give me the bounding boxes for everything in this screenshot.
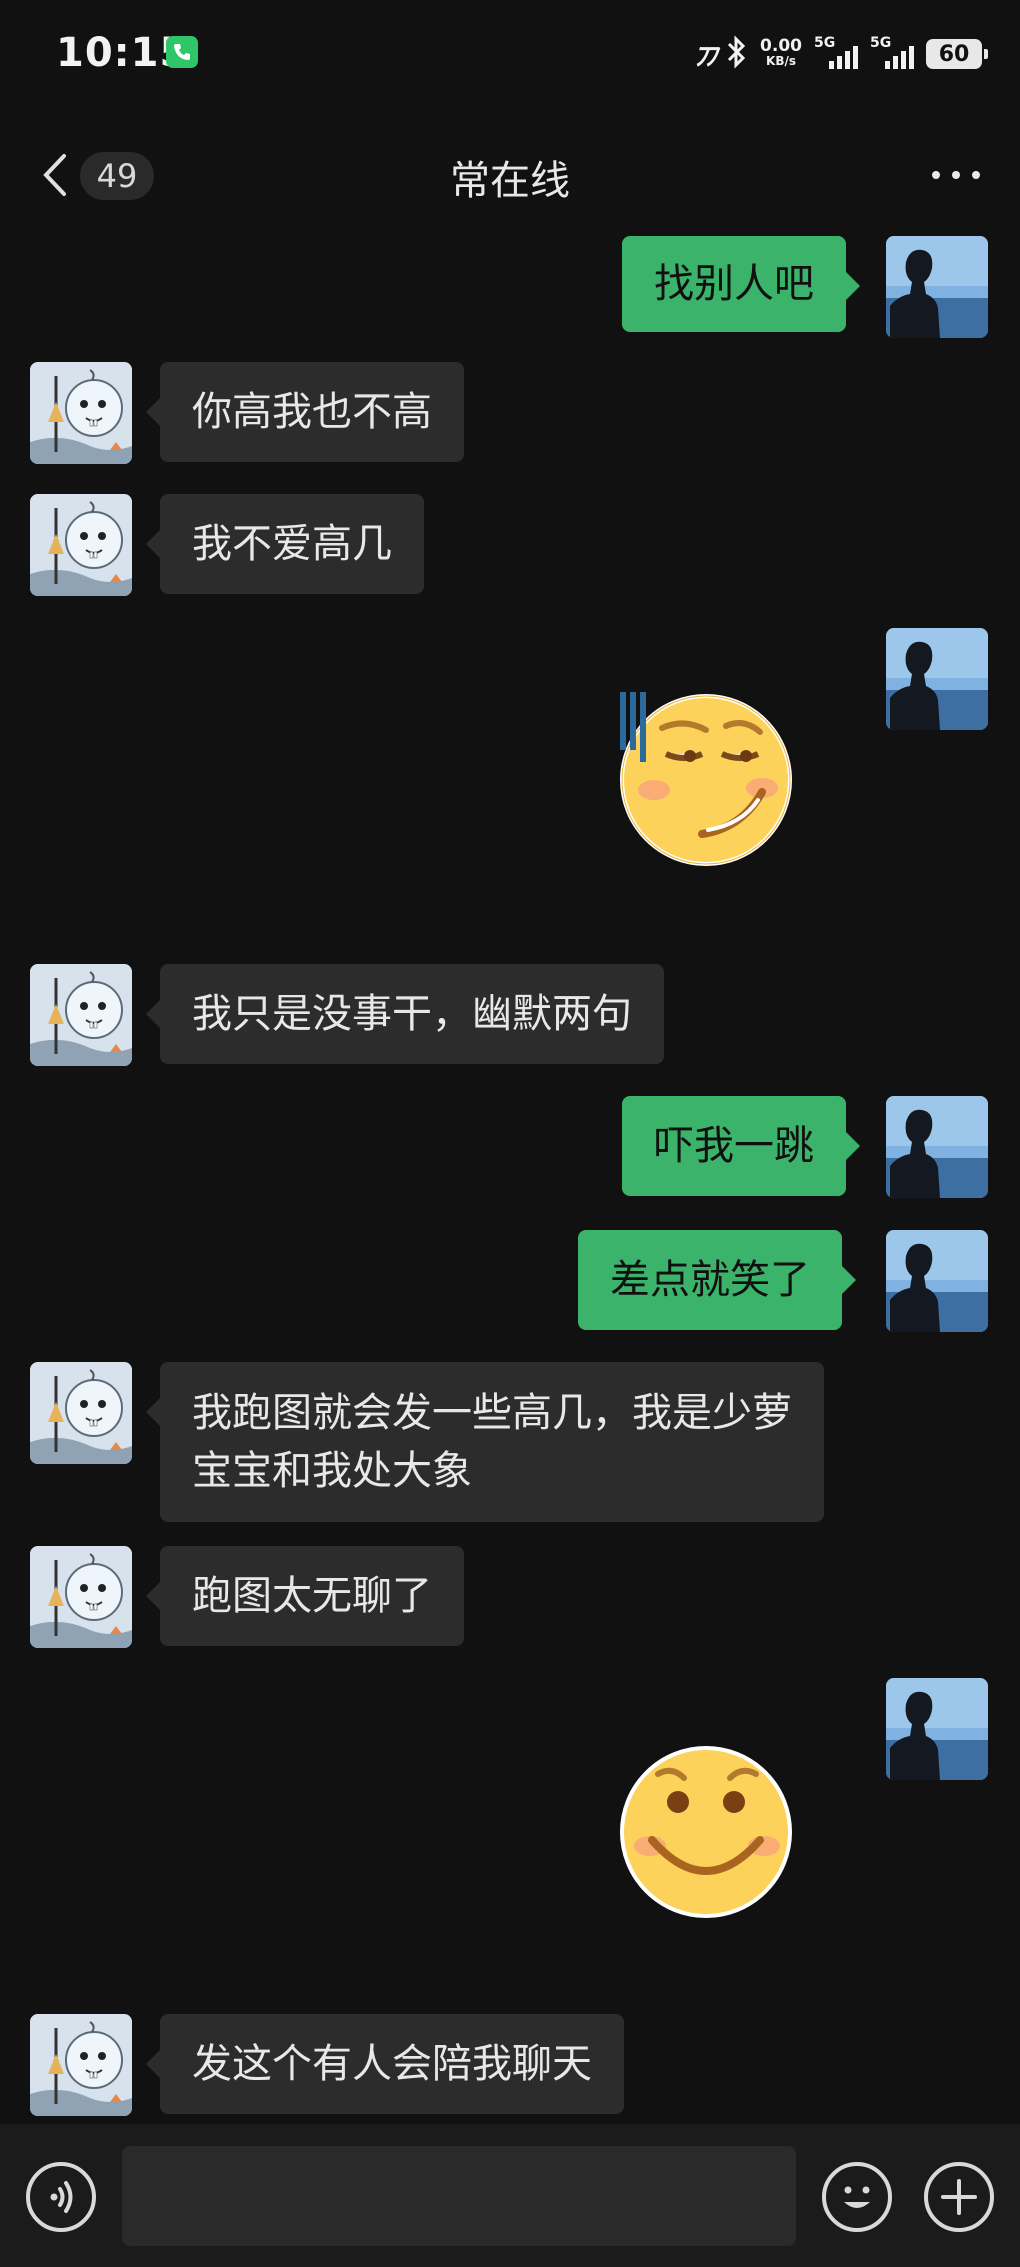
contact-message-bubble[interactable]: 我不爱高几 xyxy=(146,494,424,594)
message-text: 我只是没事干，幽默两句 xyxy=(192,991,632,1037)
message-input[interactable] xyxy=(122,2146,796,2246)
my-avatar[interactable] xyxy=(886,1096,988,1198)
battery-level: 60 xyxy=(938,41,970,67)
contact-message-bubble[interactable]: 你高我也不高 xyxy=(146,362,464,462)
contact-avatar[interactable] xyxy=(30,1362,132,1464)
status-bar: 10:15 ﾌﾌ 0.00 KB/s 5G 5G 60 xyxy=(0,0,1020,110)
message-text-line: 宝宝和我处大象 xyxy=(192,1448,472,1494)
message-text: 差点就笑了 xyxy=(610,1257,810,1303)
battery-icon: 60 xyxy=(926,39,988,69)
network-speed-unit: KB/s xyxy=(766,54,797,68)
more-options-button[interactable] xyxy=(932,168,980,182)
emoji-button[interactable] xyxy=(822,2162,892,2232)
my-avatar[interactable] xyxy=(886,236,988,338)
nfc-icon: ﾌﾌ xyxy=(694,41,717,72)
more-functions-button[interactable] xyxy=(924,2162,994,2232)
contact-avatar[interactable] xyxy=(30,362,132,464)
message-text: 跑图太无聊了 xyxy=(192,1573,432,1619)
message-text: 找别人吧 xyxy=(654,261,814,307)
network-speed-value: 0.00 xyxy=(760,36,802,56)
message-text-line: 我跑图就会发一些高几，我是少萝 xyxy=(192,1390,792,1436)
signal-sim2-icon: 5G xyxy=(870,35,914,71)
plus-icon xyxy=(941,2179,977,2215)
voice-input-button[interactable] xyxy=(26,2162,96,2232)
my-message-bubble[interactable]: 找别人吧 xyxy=(622,236,860,332)
message-text: 发这个有人会陪我聊天 xyxy=(192,2041,592,2087)
message-text: 吓我一跳 xyxy=(654,1123,814,1169)
my-message-bubble[interactable]: 吓我一跳 xyxy=(622,1096,860,1196)
my-avatar[interactable] xyxy=(886,628,988,730)
emoji-icon xyxy=(844,2186,870,2208)
message-text: 你高我也不高 xyxy=(192,389,432,435)
chat-title: 常在线 xyxy=(450,158,570,204)
dot-icon xyxy=(972,171,980,179)
smile-emoji-sticker[interactable] xyxy=(614,1738,800,1924)
contact-message-bubble[interactable]: 跑图太无聊了 xyxy=(146,1546,464,1646)
my-message-bubble[interactable]: 差点就笑了 xyxy=(578,1230,856,1330)
contact-avatar[interactable] xyxy=(30,494,132,596)
sweat-smirk-emoji-sticker[interactable] xyxy=(614,684,800,870)
message-input-bar xyxy=(0,2124,1020,2267)
contact-avatar[interactable] xyxy=(30,1546,132,1648)
contact-message-bubble[interactable]: 我只是没事干，幽默两句 xyxy=(146,964,664,1064)
phone-call-icon xyxy=(166,36,198,68)
bluetooth-icon xyxy=(726,35,748,73)
contact-message-bubble[interactable]: 我跑图就会发一些高几，我是少萝 宝宝和我处大象 xyxy=(146,1362,824,1522)
my-avatar[interactable] xyxy=(886,1678,988,1780)
contact-avatar[interactable] xyxy=(30,2014,132,2116)
contact-message-bubble[interactable]: 发这个有人会陪我聊天 xyxy=(146,2014,624,2114)
dot-icon xyxy=(952,171,960,179)
my-avatar[interactable] xyxy=(886,1230,988,1332)
chat-header: 49 常在线 xyxy=(0,130,1020,220)
signal-sim1-icon: 5G xyxy=(814,35,858,71)
voice-icon xyxy=(50,2181,73,2213)
message-text: 我不爱高几 xyxy=(192,521,392,567)
network-speed: 0.00 KB/s xyxy=(760,36,802,69)
contact-avatar[interactable] xyxy=(30,964,132,1066)
dot-icon xyxy=(932,171,940,179)
